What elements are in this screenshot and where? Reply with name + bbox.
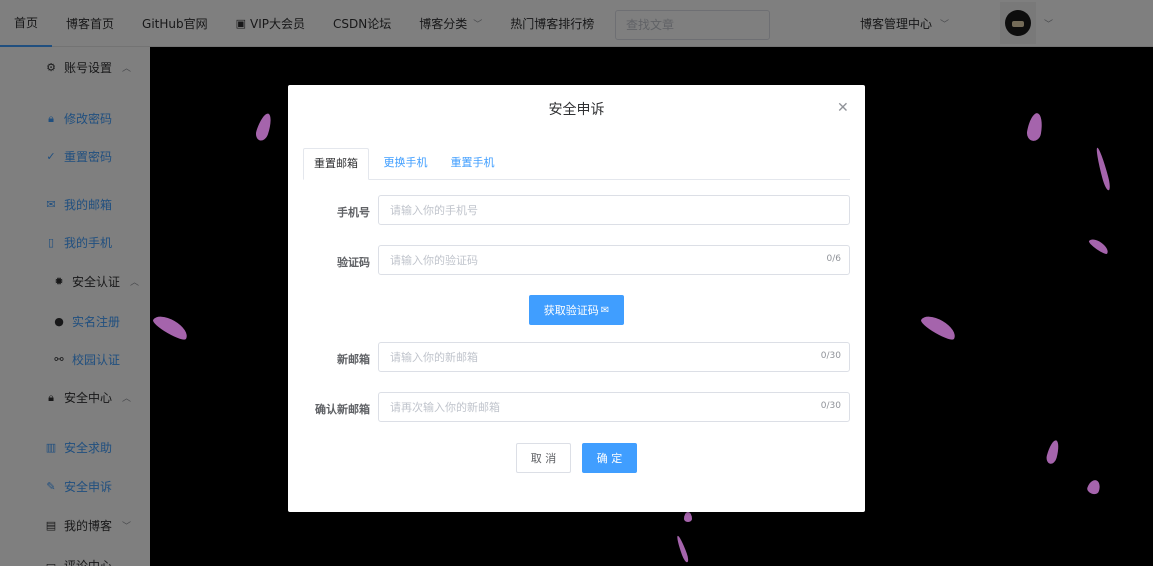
close-icon[interactable]: ✕ [837,100,849,116]
new-email-field: 0/30 [378,342,850,372]
confirm-email-char-count: 0/30 [820,401,841,411]
tab-change-phone[interactable]: 更换手机 [383,148,428,180]
new-email-char-count: 0/30 [820,351,841,361]
confirm-email-input[interactable] [379,393,849,421]
petal-decoration [684,512,692,522]
code-field: 0/6 [378,245,850,275]
dialog-title: 安全申诉 [548,102,605,118]
security-appeal-dialog: 安全申诉 ✕ 重置邮箱 更换手机 重置手机 手机号 验证码 0/6 获取验证码✉… [288,85,865,512]
new-email-label: 新邮箱 [337,353,370,366]
confirm-email-label: 确认新邮箱 [315,403,370,416]
phone-field [378,195,850,225]
code-char-count: 0/6 [826,254,841,264]
dialog-tabs: 重置邮箱 更换手机 重置手机 [303,148,850,180]
confirm-email-field: 0/30 [378,392,850,422]
confirm-button[interactable]: 确 定 [582,443,637,473]
phone-input[interactable] [379,196,849,224]
new-email-input[interactable] [379,343,849,371]
tab-reset-email[interactable]: 重置邮箱 [303,148,369,180]
tab-reset-phone[interactable]: 重置手机 [450,148,495,180]
code-label: 验证码 [337,256,370,269]
mail-icon: ✉ [600,304,610,316]
phone-label: 手机号 [337,206,370,219]
code-input[interactable] [379,246,849,274]
cancel-button[interactable]: 取 消 [516,443,571,473]
get-code-button[interactable]: 获取验证码 ✉ [529,295,624,325]
get-code-label: 获取验证码 [543,304,599,317]
